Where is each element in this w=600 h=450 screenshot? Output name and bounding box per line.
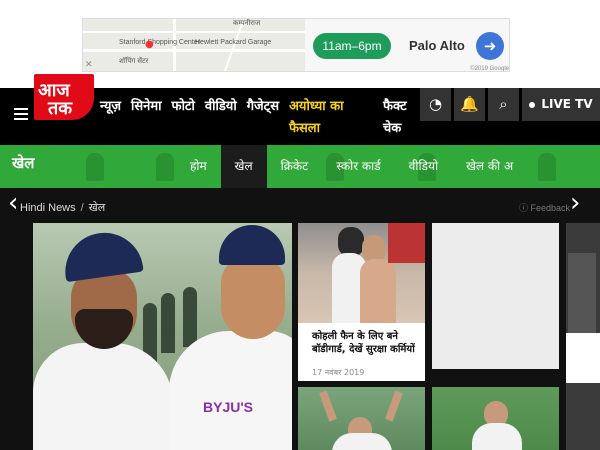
breadcrumb-current: खेल — [88, 202, 106, 214]
hero-sponsor-text: BYJU'S — [203, 399, 254, 415]
map-label-hp-garage: Hewlett Packard Garage — [195, 39, 272, 46]
carousel-prev-icon[interactable]: ‹ — [8, 188, 18, 218]
news-card[interactable]: कोहली फैन के लिए बने बॉडीगार्ड, देखें सु… — [298, 223, 425, 381]
nav-item-gadgets[interactable]: गैजेट्स — [247, 96, 279, 118]
site-logo[interactable]: आज तक — [34, 74, 94, 120]
map-label-stanford: Stanford Shopping Center — [119, 39, 200, 46]
tab-home[interactable]: होम — [176, 145, 221, 188]
carousel-next-icon[interactable]: › — [570, 188, 580, 218]
map-pin-icon: ● — [145, 39, 154, 50]
ad-place: Palo Alto — [409, 38, 465, 53]
news-card-3[interactable] — [432, 387, 559, 450]
news-card-caption: कोहली फैन के लिए बने बॉडीगार्ड, देखें सु… — [312, 331, 415, 355]
ad-banner[interactable]: Stanford Shopping Center शॉपिंग सेंटर He… — [82, 18, 510, 72]
side-card-partial[interactable] — [566, 223, 600, 450]
ad-hours: 11am–6pm — [313, 33, 391, 59]
breadcrumb-separator: / — [80, 202, 84, 214]
nav-item-video[interactable]: वीडियो — [205, 96, 237, 118]
live-tv-button[interactable]: LIVE TV — [522, 88, 600, 121]
bell-icon[interactable]: 🔔 — [454, 88, 485, 121]
news-card-date: 17 नवंबर 2019 — [312, 368, 365, 377]
hamburger-menu-icon[interactable] — [14, 108, 28, 120]
ad-info[interactable]: 11am–6pm Palo Alto ➜ ©2019 Google — [305, 19, 509, 72]
podcast-icon[interactable]: ◔ — [420, 88, 451, 121]
news-card-thumbnail — [298, 223, 425, 323]
feedback-label: Feedback — [530, 203, 570, 213]
breadcrumb: Hindi News / खेल — [20, 200, 105, 215]
nav-item-ayodhya[interactable]: अयोध्या का फैसला — [289, 96, 361, 140]
tab-sports-more[interactable]: खेल की अ — [452, 145, 527, 188]
section-tabs: होम खेल क्रिकेट स्कोर कार्ड वीडियो खेल क… — [176, 145, 527, 188]
tab-scorecard[interactable]: स्कोर कार्ड — [322, 145, 394, 188]
ad-close-icon[interactable]: ✕ — [85, 60, 93, 70]
search-icon[interactable]: ⌕ — [488, 88, 519, 121]
nav-icon-group: ◔ 🔔 ⌕ LIVE TV — [417, 88, 600, 121]
section-nav: खेल होम खेल क्रिकेट स्कोर कार्ड वीडियो ख… — [0, 145, 600, 188]
live-dot-icon — [529, 101, 536, 108]
tab-video[interactable]: वीडियो — [395, 145, 452, 188]
news-card-2[interactable] — [298, 387, 425, 450]
news-card-placeholder[interactable] — [432, 223, 559, 369]
logo-text-line2: तक — [48, 98, 73, 119]
nav-item-news[interactable]: न्यूज़ — [100, 96, 121, 118]
content-area: Hindi News / खेल ⓘ Feedback BYJU'S कोहली फ… — [0, 188, 600, 450]
live-tv-label: LIVE TV — [541, 97, 593, 111]
map-label-top: कम्पनीराज — [233, 20, 261, 27]
tab-sports[interactable]: खेल — [220, 145, 267, 188]
nav-item-cinema[interactable]: सिनेमा — [131, 96, 162, 118]
ad-copyright: ©2019 Google — [470, 66, 509, 72]
main-nav: न्यूज़ सिनेमा फोटो वीडियो गैजेट्स अयोध्य… — [100, 96, 439, 140]
ad-map[interactable]: Stanford Shopping Center शॉपिंग सेंटर He… — [83, 19, 305, 71]
section-title: खेल — [12, 154, 35, 172]
map-label-shopping: शॉपिंग सेंटर — [119, 58, 149, 65]
feedback-link[interactable]: ⓘ Feedback — [519, 201, 570, 214]
breadcrumb-home-link[interactable]: Hindi News — [20, 202, 76, 214]
directions-icon[interactable]: ➜ — [476, 32, 504, 60]
nav-item-photo[interactable]: फोटो — [172, 96, 195, 118]
hero-image-card[interactable]: BYJU'S — [33, 223, 292, 450]
tab-cricket[interactable]: क्रिकेट — [267, 145, 323, 188]
